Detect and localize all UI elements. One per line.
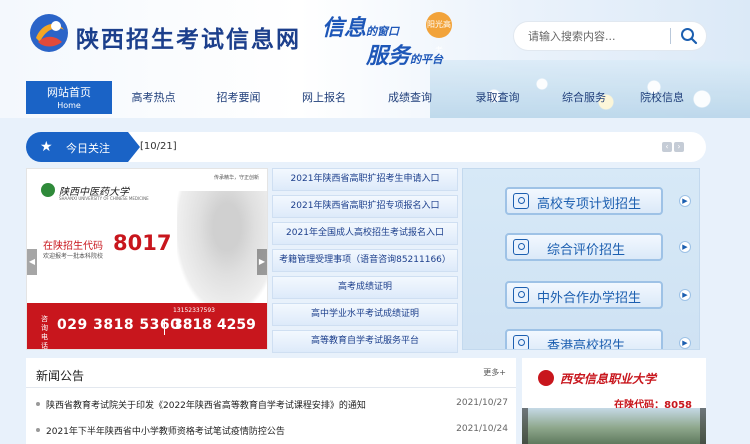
chevron-right-icon: ▶ (679, 241, 691, 253)
slogan-seal: 阳光高考 (426, 12, 452, 55)
certificate-icon (513, 239, 529, 255)
banner-code: 8017 (113, 231, 172, 255)
bullet-icon (36, 402, 40, 406)
today-focus-label: 今日关注 (66, 142, 110, 155)
nav-home-label: 网站首页 (47, 86, 91, 99)
bullet-icon (36, 428, 40, 432)
ad-next-icon[interactable] (700, 408, 706, 444)
quick-link[interactable]: 考籍管理受理事项（语音咨询85211166） (272, 249, 458, 272)
quick-link[interactable]: 高等教育自学考试服务平台 (272, 330, 458, 353)
news-more-link[interactable]: 更多+ (483, 367, 506, 378)
slogan-word-1-suffix: 的窗口 (366, 25, 400, 38)
site-logo-icon[interactable] (28, 12, 70, 54)
sino-foreign-label: 中外合作办学招生 (537, 291, 642, 306)
contact-tag: 咨询电话 (41, 315, 48, 350)
contact-phone-2: 3818 4259 (173, 317, 256, 333)
site-title[interactable]: 陕西招生考试信息网 (76, 20, 301, 54)
campus-photo (522, 408, 706, 444)
news-header: 新闻公告 更多+ (26, 358, 516, 388)
contact-divider (164, 319, 165, 335)
today-pager: ‹ › (662, 142, 684, 152)
chevron-left-icon[interactable]: ‹ (662, 142, 672, 152)
banner-university-en: SHAANXI UNIVERSITY OF CHINESE MEDICINE (59, 196, 149, 201)
nav-home[interactable]: 网站首页 Home (26, 81, 112, 114)
hongkong-button[interactable]: 香港高校招生 ▶ (505, 329, 691, 350)
news-section: 新闻公告 更多+ 陕西省教育考试院关于印发《2022年陕西省高等教育自学考试课程… (26, 358, 516, 444)
hongkong-label: 香港高校招生 (547, 339, 626, 350)
certificate-icon (513, 335, 529, 349)
news-item[interactable]: 2021年下半年陕西省中小学教师资格考试笔试疫情防控公告 2021/10/24 (26, 420, 516, 440)
banner-welcome: 欢迎报考一批本科院校 (43, 253, 104, 260)
contact-phone-1: 029 3818 5360 (57, 317, 181, 333)
search-box (514, 22, 706, 50)
ad-prev-icon[interactable] (522, 408, 528, 444)
certificate-icon (513, 193, 529, 209)
search-divider (670, 28, 671, 44)
promo-banner[interactable]: 陕西中医药大学 SHAANXI UNIVERSITY OF CHINESE ME… (26, 168, 268, 350)
university-logo-icon (41, 183, 55, 197)
news-title: 新闻公告 (36, 369, 85, 383)
news-item-title[interactable]: 陕西省教育考试院关于印发《2022年陕西省高等教育自学考试课程安排》的通知 (46, 398, 366, 411)
today-focus-item[interactable]: [10/21] (140, 141, 177, 152)
slogan-word-2: 服务 (366, 43, 411, 69)
star-icon: ★ (40, 139, 53, 155)
chevron-right-icon: ▶ (679, 289, 691, 301)
statue-image (177, 191, 267, 311)
quick-link[interactable]: 2021年陕西省高职扩招专项报名入口 (272, 195, 458, 218)
sino-foreign-button[interactable]: 中外合作办学招生 ▶ (505, 281, 691, 309)
today-focus-tab: ★ 今日关注 (26, 132, 140, 162)
quick-links: 2021年陕西省高职扩招考生申请入口 2021年陕西省高职扩招专项报名入口 20… (272, 168, 458, 357)
news-item-title[interactable]: 2021年下半年陕西省中小学教师资格考试笔试疫情防控公告 (46, 424, 285, 437)
search-input[interactable] (528, 22, 678, 50)
nav-item-admission[interactable]: 录取查询 (454, 81, 541, 114)
comprehensive-eval-label: 综合评价招生 (547, 243, 626, 258)
comprehensive-eval-button[interactable]: 综合评价招生 ▶ (505, 233, 691, 261)
quick-link[interactable]: 2021年陕西省高职扩招考生申请入口 (272, 168, 458, 191)
nav-item-colleges[interactable]: 院校信息 (627, 81, 697, 114)
special-admission-panel: 高校专项计划招生 ▶ 综合评价招生 ▶ 中外合作办学招生 ▶ 香港高校招生 ▶ (462, 168, 700, 350)
nav-item-services[interactable]: 综合服务 (541, 81, 627, 114)
banner-code-label: 在陕招生代码 (43, 241, 103, 252)
university-ad[interactable]: 西安信息职业大学 在陕代码：8058 (522, 358, 706, 444)
main-nav: 网站首页 Home 高考热点 招考要闻 网上报名 成绩查询 录取查询 综合服务 … (26, 81, 697, 114)
nav-item-news[interactable]: 招考要闻 (195, 81, 282, 114)
special-plan-label: 高校专项计划招生 (537, 197, 642, 212)
chevron-right-icon: ▶ (679, 337, 691, 349)
news-item[interactable]: 陕西省教育考试院关于印发《2022年陕西省高等教育自学考试课程安排》的通知 20… (26, 394, 516, 414)
nav-item-register[interactable]: 网上报名 (282, 81, 366, 114)
university-logo-icon (538, 370, 554, 386)
site-header: 陕西招生考试信息网 信息的窗口 阳光高考 服务的平台 网站首页 Home 高考热… (0, 0, 750, 118)
contact-mobile: 13152337593 (173, 307, 215, 314)
quick-link[interactable]: 高中学业水平考试成绩证明 (272, 303, 458, 326)
slogan-word-2-suffix: 的平台 (410, 53, 444, 66)
today-focus-bar: ★ 今日关注 [10/21] ‹ › (26, 132, 706, 162)
special-plan-button[interactable]: 高校专项计划招生 ▶ (505, 187, 691, 215)
quick-link[interactable]: 高考成绩证明 (272, 276, 458, 299)
quick-link[interactable]: 2021年全国成人高校招生考试报名入口 (272, 222, 458, 245)
nav-item-scores[interactable]: 成绩查询 (366, 81, 454, 114)
certificate-icon (513, 287, 529, 303)
chevron-right-icon[interactable]: › (674, 142, 684, 152)
slogan-graphic: 信息的窗口 阳光高考 服务的平台 (322, 8, 467, 69)
news-item-date: 2021/10/27 (456, 398, 508, 408)
banner-slogan: 传承精华，守正创新 (213, 175, 259, 181)
nav-home-sub: Home (57, 101, 81, 110)
nav-item-hot[interactable]: 高考热点 (112, 81, 195, 114)
slogan-word-1: 信息 (322, 15, 367, 41)
ad-university-name: 西安信息职业大学 (560, 372, 657, 386)
chevron-right-icon: ▶ (679, 195, 691, 207)
search-icon[interactable] (680, 27, 698, 45)
banner-prev-icon[interactable]: ◀ (27, 249, 37, 275)
banner-contact-strip: 咨询电话 029 3818 5360 13152337593 3818 4259 (27, 303, 267, 350)
news-item-date: 2021/10/24 (456, 424, 508, 434)
banner-next-icon[interactable]: ▶ (257, 249, 267, 275)
